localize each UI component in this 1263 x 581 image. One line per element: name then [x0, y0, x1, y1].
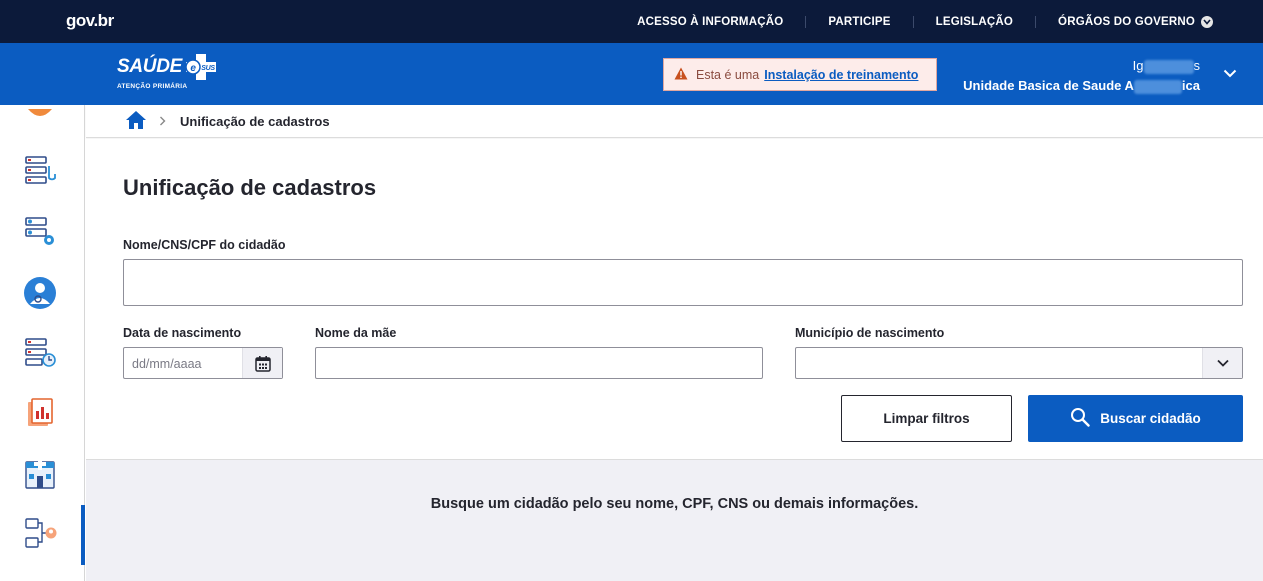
esus-cross-icon: e SUS [184, 52, 222, 82]
breadcrumb-current: Unificação de cadastros [180, 113, 330, 129]
brand-subtitle: ATENÇÃO PRIMÁRIA [117, 83, 188, 90]
unit-name: Unidade Basica de Saude A ica [963, 76, 1200, 96]
results-area: Busque um cidadão pelo seu nome, CPF, CN… [86, 459, 1263, 581]
birth-city-label: Município de nascimento [795, 326, 945, 340]
birth-date-placeholder: dd/mm/aaaa [132, 357, 202, 371]
mother-name-label: Nome da mãe [315, 326, 397, 340]
chevron-right-icon [159, 114, 166, 129]
training-banner: Esta é uma Instalação de treinamento [663, 58, 937, 91]
sidebar-item-partial-icon[interactable] [20, 95, 60, 135]
calendar-icon[interactable] [242, 348, 282, 378]
breadcrumb: Unificação de cadastros [86, 105, 1263, 138]
sidebar-item-reports-icon[interactable] [20, 393, 60, 433]
govbr-link-legislacao[interactable]: LEGISLAÇÃO [912, 15, 1035, 28]
mother-name-input[interactable] [315, 347, 763, 379]
birth-city-select[interactable] [795, 347, 1243, 379]
search-field-label: Nome/CNS/CPF do cidadão [123, 238, 286, 252]
main-content: Unificação de cadastros Nome/CNS/CPF do … [86, 139, 1263, 459]
govbr-link-orgaos-label: ÓRGÃOS DO GOVERNO [1058, 15, 1195, 28]
chevron-down-icon[interactable] [1223, 65, 1237, 83]
sidebar-item-clinical-list-icon[interactable] [20, 151, 60, 191]
govbr-link-participe[interactable]: PARTICIPE [805, 15, 912, 28]
sidebar-active-indicator [81, 505, 85, 565]
chevron-down-icon [1201, 15, 1213, 28]
user-name-start: Ig [1132, 58, 1144, 73]
redacted-unit-name [1133, 79, 1182, 94]
search-citizen-button[interactable]: Buscar cidadão [1028, 395, 1243, 442]
chevron-down-icon[interactable] [1202, 348, 1242, 378]
esus-logo[interactable]: SAÚDE e SUS ATENÇÃO PRIMÁRIA [117, 52, 237, 96]
unit-name-end: ica [1181, 78, 1200, 93]
warning-icon [674, 67, 688, 83]
govbr-link-acesso-informacao[interactable]: ACESSO À INFORMAÇÃO [615, 16, 805, 28]
empty-results-message: Busque um cidadão pelo seu nome, CPF, CN… [430, 496, 919, 512]
brand-title-text: SAÚDE [117, 56, 183, 77]
sidebar [0, 105, 85, 581]
redacted-user-name [1143, 59, 1194, 74]
home-icon[interactable] [125, 110, 147, 133]
training-prefix: Esta é uma [696, 67, 760, 82]
user-info[interactable]: Ig s Unidade Basica de Saude A ica [963, 56, 1200, 96]
brand-title: SAÚDE e SUS [117, 52, 237, 82]
user-name-end: s [1193, 58, 1201, 73]
govbr-top-bar: gov.br ACESSO À INFORMAÇÃO PARTICIPE LEG… [0, 0, 1263, 43]
govbr-logo[interactable]: gov.br [66, 11, 114, 31]
sidebar-item-health-unit-icon[interactable] [20, 453, 60, 493]
search-citizen-label: Buscar cidadão [1100, 411, 1201, 426]
page-title: Unificação de cadastros [123, 175, 377, 200]
sidebar-item-settings-list-icon[interactable] [20, 211, 60, 251]
svg-text:e: e [190, 63, 196, 74]
search-icon [1070, 407, 1090, 430]
training-link[interactable]: Instalação de treinamento [764, 68, 918, 82]
esus-sus-text: SUS [201, 65, 215, 72]
clear-filters-button[interactable]: Limpar filtros [841, 395, 1012, 442]
user-name: Ig s [963, 56, 1200, 76]
govbr-links: ACESSO À INFORMAÇÃO PARTICIPE LEGISLAÇÃO… [615, 0, 1213, 43]
sidebar-item-professional-icon[interactable] [20, 273, 60, 313]
citizen-search-input[interactable] [123, 259, 1243, 306]
unit-name-start: Unidade Basica de Saude A [963, 78, 1134, 93]
birth-date-input[interactable]: dd/mm/aaaa [123, 347, 283, 379]
sidebar-item-schedule-list-icon[interactable] [20, 333, 60, 373]
app-header: SAÚDE e SUS ATENÇÃO PRIMÁRIA Esta é uma … [0, 43, 1263, 105]
sidebar-item-unify-records-icon[interactable] [20, 513, 60, 553]
birth-date-label: Data de nascimento [123, 326, 242, 340]
govbr-link-orgaos-governo[interactable]: ÓRGÃOS DO GOVERNO [1035, 15, 1213, 28]
